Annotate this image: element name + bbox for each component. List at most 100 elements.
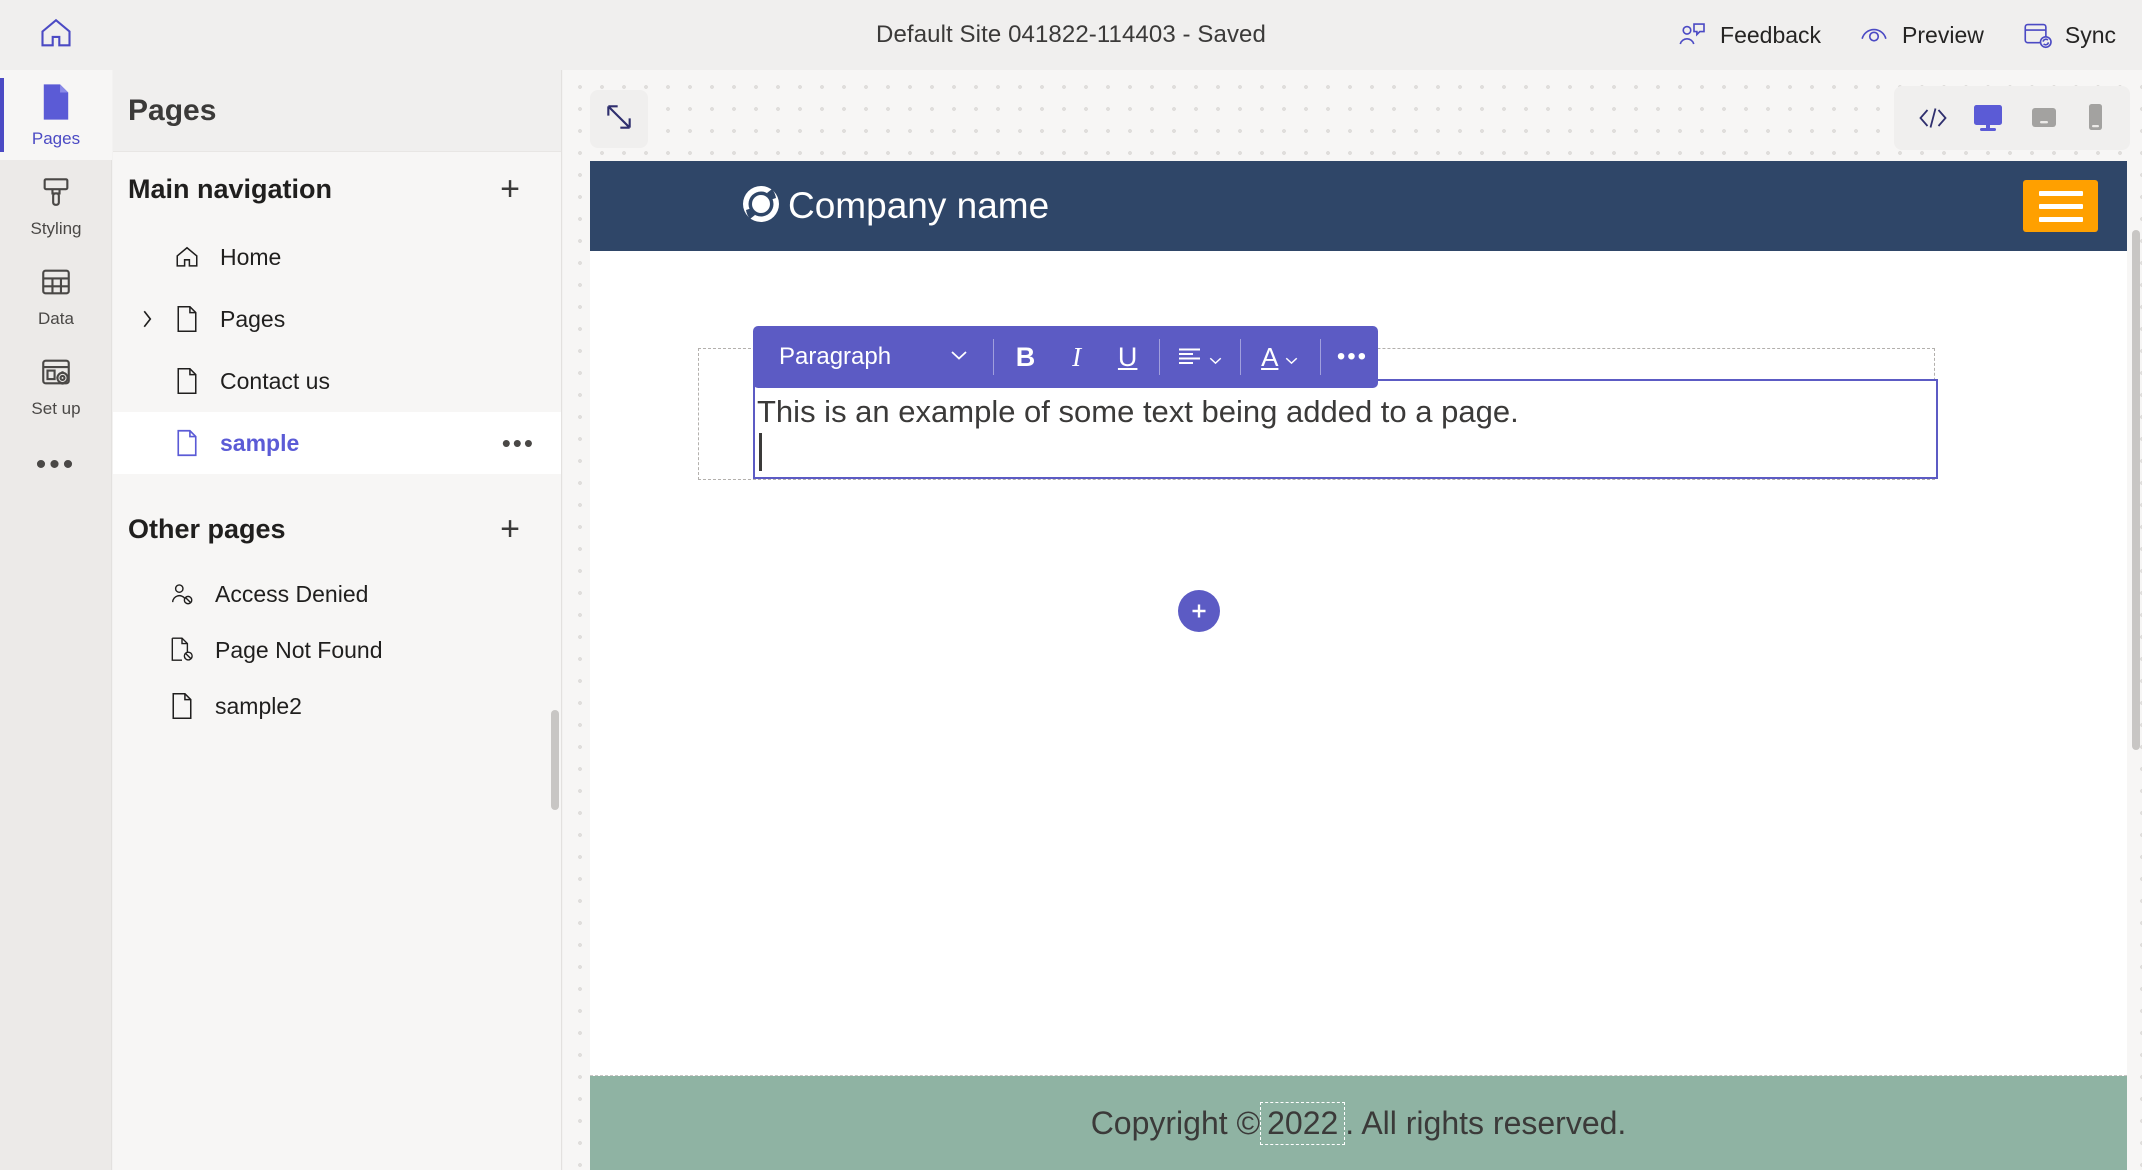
copyright-suffix: . All rights reserved. (1345, 1104, 1627, 1141)
nav-label-contact-us: Contact us (220, 367, 330, 394)
eye-icon (1859, 20, 1889, 50)
toolbar-divider (1159, 339, 1161, 375)
copyright-text: Copyright © 2022. All rights reserved. (1090, 1101, 1627, 1145)
canvas: Company name Paragraph B I U A ••• This … (563, 70, 2142, 1170)
nav-item-contact-us[interactable]: Contact us (113, 350, 561, 412)
nav-item-pages[interactable]: Pages (113, 288, 561, 350)
rail-item-data[interactable]: Data (0, 250, 112, 340)
other-page-label-page-not-found: Page Not Found (215, 636, 383, 663)
site-brand-label: Company name (788, 185, 1050, 226)
chevron-down-icon (1284, 342, 1299, 373)
sync-button[interactable]: Sync (2022, 20, 2116, 50)
rail-label-data: Data (38, 309, 74, 328)
circle-logo-icon (740, 183, 782, 230)
rail-item-setup[interactable]: Set up (0, 340, 112, 430)
desktop-view-button[interactable] (1970, 102, 2006, 134)
sync-label: Sync (2064, 21, 2116, 48)
hamburger-icon[interactable] (2023, 180, 2098, 232)
other-page-label-access-denied: Access Denied (215, 580, 369, 607)
feedback-button[interactable]: Feedback (1677, 20, 1821, 50)
toolbar-divider (993, 339, 994, 375)
preview-button[interactable]: Preview (1859, 20, 1984, 50)
nav-label-home: Home (220, 243, 282, 270)
chevron-right-icon[interactable] (128, 308, 166, 330)
tablet-view-button[interactable] (2026, 103, 2062, 133)
site-preview: Company name Paragraph B I U A ••• This … (590, 161, 2127, 1170)
site-footer: Copyright © 2022. All rights reserved. (590, 1076, 2127, 1170)
page-icon (166, 429, 208, 457)
add-block-button[interactable] (1178, 590, 1220, 632)
copyright-year[interactable]: 2022 (1260, 1101, 1346, 1145)
code-view-button[interactable] (1916, 105, 1950, 131)
toolbar-divider (1320, 339, 1321, 375)
other-page-access-denied[interactable]: Access Denied (113, 566, 561, 622)
text-editor-content: This is an example of some text being ad… (757, 394, 1519, 429)
chevron-down-icon (1208, 342, 1223, 373)
feedback-icon (1677, 20, 1707, 50)
home-icon (166, 244, 208, 270)
rail-item-styling[interactable]: Styling (0, 160, 112, 250)
expand-canvas-button[interactable] (590, 90, 648, 148)
align-button[interactable] (1166, 329, 1233, 385)
bold-button[interactable]: B (1000, 329, 1051, 385)
other-page-label-sample2: sample2 (215, 692, 302, 719)
preview-label: Preview (1902, 21, 1984, 48)
text-caret (757, 433, 1936, 471)
brush-icon (39, 171, 73, 213)
top-bar: Default Site 041822-114403 - Saved Feedb… (0, 0, 2142, 70)
nav-label-sample: sample (220, 429, 300, 456)
text-color-icon: A (1261, 341, 1279, 372)
left-rail: Pages Styling Data Set up ••• (0, 70, 112, 1170)
italic-button[interactable]: I (1051, 329, 1102, 385)
rail-label-styling: Styling (30, 219, 82, 238)
feedback-label: Feedback (1720, 21, 1822, 48)
hamburger-bar (2038, 216, 2083, 222)
rich-text-toolbar: Paragraph B I U A ••• (753, 326, 1378, 388)
panel-header: Pages (113, 70, 561, 152)
add-other-page-button[interactable]: + (489, 508, 531, 550)
more-options-button[interactable]: ••• (1327, 329, 1378, 385)
copyright-prefix: Copyright © (1090, 1104, 1261, 1141)
page-icon (39, 81, 73, 123)
expand-diagonal-icon (603, 101, 635, 138)
other-pages-header: Other pages + (113, 492, 561, 566)
nav-item-home[interactable]: Home (113, 226, 561, 288)
mobile-view-button[interactable] (2082, 101, 2108, 135)
page-icon (166, 367, 208, 395)
nav-item-sample[interactable]: sample ••• (113, 412, 561, 474)
chevron-down-icon (949, 348, 969, 367)
viewport-toolbar (1894, 86, 2130, 150)
setup-gear-icon (39, 351, 73, 393)
other-page-sample2[interactable]: sample2 (113, 678, 561, 734)
page-blocked-icon (161, 636, 203, 664)
rail-item-pages[interactable]: Pages (0, 70, 112, 160)
page-icon (166, 305, 208, 333)
rail-label-setup: Set up (31, 399, 81, 418)
main-navigation-title: Main navigation (128, 173, 333, 204)
sync-icon (2022, 20, 2052, 50)
panel-scrollbar[interactable] (551, 710, 559, 810)
table-icon (39, 261, 73, 303)
person-blocked-icon (161, 581, 203, 607)
nav-label-pages: Pages (220, 305, 286, 332)
top-bar-actions: Feedback Preview Sync (1677, 0, 2116, 70)
rail-label-pages: Pages (31, 129, 81, 148)
canvas-scrollbar[interactable] (2132, 230, 2140, 750)
main-navigation-header: Main navigation + (113, 152, 561, 226)
pages-panel: Pages Main navigation + Home Pages Conta… (113, 70, 562, 1170)
other-page-page-not-found[interactable]: Page Not Found (113, 622, 561, 678)
text-editor-field[interactable]: This is an example of some text being ad… (753, 379, 1938, 479)
rail-overflow-button[interactable]: ••• (0, 430, 112, 500)
site-brand[interactable]: Company name (740, 183, 1049, 230)
hamburger-bar (2038, 190, 2083, 196)
underline-button[interactable]: U (1102, 329, 1153, 385)
add-main-navigation-page-button[interactable]: + (489, 168, 531, 210)
site-body: Paragraph B I U A ••• This is an example… (590, 251, 2127, 1076)
paragraph-style-dropdown[interactable]: Paragraph (753, 343, 987, 371)
paragraph-style-label: Paragraph (779, 343, 892, 370)
text-color-button[interactable]: A (1247, 329, 1314, 385)
page-icon (161, 692, 203, 720)
align-icon (1177, 342, 1202, 373)
nav-item-sample-overflow-button[interactable]: ••• (502, 430, 535, 456)
other-pages-title: Other pages (128, 513, 286, 544)
